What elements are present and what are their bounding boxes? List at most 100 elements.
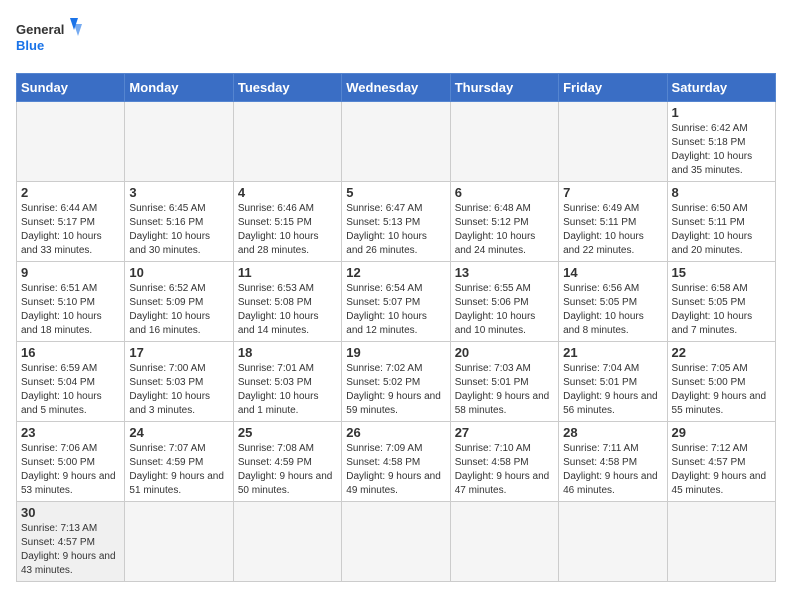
calendar-cell: 13 Sunrise: 6:55 AM Sunset: 5:06 PM Dayli… [450,262,558,342]
day-number: 1 [672,105,771,120]
cell-content: Sunrise: 6:44 AM Sunset: 5:17 PM Dayligh… [21,202,120,258]
calendar-cell: 1 Sunrise: 6:42 AM Sunset: 5:18 PM Daylig… [667,102,775,182]
day-number: 12 [346,265,445,280]
calendar-cell: 24Sunrise: 7:07 AM Sunset: 4:59 PM Dayli… [125,422,233,502]
weekday-header-tuesday: Tuesday [233,74,341,102]
calendar-week-3: 9Sunrise: 6:51 AM Sunset: 5:10 PM Daylig… [17,262,776,342]
calendar-cell: 5 Sunrise: 6:47 AM Sunset: 5:13 PM Daylig… [342,182,450,262]
cell-content: Sunrise: 7:05 AM Sunset: 5:00 PM Dayligh… [672,362,771,418]
day-number: 5 [346,185,445,200]
calendar-cell: 20Sunrise: 7:03 AM Sunset: 5:01 PM Dayli… [450,342,558,422]
day-number: 13 [455,265,554,280]
day-number: 30 [21,505,120,520]
weekday-header-sunday: Sunday [17,74,125,102]
day-number: 25 [238,425,337,440]
calendar-cell: 6 Sunrise: 6:48 AM Sunset: 5:12 PM Daylig… [450,182,558,262]
weekday-header-saturday: Saturday [667,74,775,102]
cell-content: Sunrise: 6:50 AM Sunset: 5:11 PM Dayligh… [672,202,771,258]
cell-content: Sunrise: 6:59 AM Sunset: 5:04 PM Dayligh… [21,362,120,418]
calendar-cell: 22Sunrise: 7:05 AM Sunset: 5:00 PM Dayli… [667,342,775,422]
weekday-header-thursday: Thursday [450,74,558,102]
calendar-cell: 3 Sunrise: 6:45 AM Sunset: 5:16 PM Daylig… [125,182,233,262]
day-number: 4 [238,185,337,200]
day-number: 11 [238,265,337,280]
day-number: 27 [455,425,554,440]
calendar-cell [559,102,667,182]
day-number: 18 [238,345,337,360]
day-number: 2 [21,185,120,200]
day-number: 29 [672,425,771,440]
svg-text:General: General [16,22,64,37]
day-number: 7 [563,185,662,200]
calendar-week-4: 16 Sunrise: 6:59 AM Sunset: 5:04 PM Dayli… [17,342,776,422]
day-number: 16 [21,345,120,360]
day-number: 17 [129,345,228,360]
svg-text:Blue: Blue [16,38,44,53]
calendar-week-6: 30 Sunrise: 7:13 AM Sunset: 4:57 PM Dayli… [17,502,776,582]
cell-content: Sunrise: 6:52 AM Sunset: 5:09 PM Dayligh… [129,282,228,338]
calendar-cell: 2 Sunrise: 6:44 AM Sunset: 5:17 PM Daylig… [17,182,125,262]
calendar-cell [233,102,341,182]
day-number: 6 [455,185,554,200]
cell-content: Sunrise: 7:00 AM Sunset: 5:03 PM Dayligh… [129,362,228,418]
day-number: 21 [563,345,662,360]
cell-content: Sunrise: 6:46 AM Sunset: 5:15 PM Dayligh… [238,202,337,258]
cell-content: Sunrise: 7:11 AM Sunset: 4:58 PM Dayligh… [563,442,662,498]
calendar-week-2: 2 Sunrise: 6:44 AM Sunset: 5:17 PM Daylig… [17,182,776,262]
weekday-header-friday: Friday [559,74,667,102]
cell-content: Sunrise: 7:13 AM Sunset: 4:57 PM Dayligh… [21,522,120,578]
calendar-cell: 18 Sunrise: 7:01 AM Sunset: 5:03 PM Dayli… [233,342,341,422]
day-number: 26 [346,425,445,440]
calendar-cell: 27 Sunrise: 7:10 AM Sunset: 4:58 PM Dayli… [450,422,558,502]
calendar-cell: 16 Sunrise: 6:59 AM Sunset: 5:04 PM Dayli… [17,342,125,422]
calendar-cell: 14 Sunrise: 6:56 AM Sunset: 5:05 PM Dayli… [559,262,667,342]
calendar-cell: 28 Sunrise: 7:11 AM Sunset: 4:58 PM Dayli… [559,422,667,502]
day-number: 20 [455,345,554,360]
cell-content: Sunrise: 6:45 AM Sunset: 5:16 PM Dayligh… [129,202,228,258]
page-header: General Blue [16,16,776,61]
cell-content: Sunrise: 7:10 AM Sunset: 4:58 PM Dayligh… [455,442,554,498]
cell-content: Sunrise: 7:08 AM Sunset: 4:59 PM Dayligh… [238,442,337,498]
day-number: 3 [129,185,228,200]
day-number: 28 [563,425,662,440]
weekday-header-monday: Monday [125,74,233,102]
calendar-cell [233,502,341,582]
calendar-cell: 17 Sunrise: 7:00 AM Sunset: 5:03 PM Dayli… [125,342,233,422]
calendar-cell [17,102,125,182]
calendar-cell: 12 Sunrise: 6:54 AM Sunset: 5:07 PM Dayli… [342,262,450,342]
calendar-cell [450,102,558,182]
calendar-cell: 26 Sunrise: 7:09 AM Sunset: 4:58 PM Dayli… [342,422,450,502]
cell-content: Sunrise: 6:55 AM Sunset: 5:06 PM Dayligh… [455,282,554,338]
day-number: 14 [563,265,662,280]
calendar-week-1: 1 Sunrise: 6:42 AM Sunset: 5:18 PM Daylig… [17,102,776,182]
calendar-cell: 8Sunrise: 6:50 AM Sunset: 5:11 PM Daylig… [667,182,775,262]
cell-content: Sunrise: 7:04 AM Sunset: 5:01 PM Dayligh… [563,362,662,418]
cell-content: Sunrise: 6:42 AM Sunset: 5:18 PM Dayligh… [672,122,771,178]
day-number: 9 [21,265,120,280]
cell-content: Sunrise: 6:49 AM Sunset: 5:11 PM Dayligh… [563,202,662,258]
cell-content: Sunrise: 7:01 AM Sunset: 5:03 PM Dayligh… [238,362,337,418]
cell-content: Sunrise: 7:09 AM Sunset: 4:58 PM Dayligh… [346,442,445,498]
cell-content: Sunrise: 6:58 AM Sunset: 5:05 PM Dayligh… [672,282,771,338]
logo: General Blue [16,16,86,61]
calendar-cell: 21 Sunrise: 7:04 AM Sunset: 5:01 PM Dayli… [559,342,667,422]
day-number: 15 [672,265,771,280]
cell-content: Sunrise: 7:06 AM Sunset: 5:00 PM Dayligh… [21,442,120,498]
cell-content: Sunrise: 6:47 AM Sunset: 5:13 PM Dayligh… [346,202,445,258]
cell-content: Sunrise: 7:07 AM Sunset: 4:59 PM Dayligh… [129,442,228,498]
cell-content: Sunrise: 6:56 AM Sunset: 5:05 PM Dayligh… [563,282,662,338]
calendar-cell [125,502,233,582]
day-number: 19 [346,345,445,360]
cell-content: Sunrise: 6:53 AM Sunset: 5:08 PM Dayligh… [238,282,337,338]
calendar-cell [667,502,775,582]
calendar-cell: 25 Sunrise: 7:08 AM Sunset: 4:59 PM Dayli… [233,422,341,502]
calendar-week-5: 23Sunrise: 7:06 AM Sunset: 5:00 PM Dayli… [17,422,776,502]
day-number: 10 [129,265,228,280]
calendar-cell [342,102,450,182]
calendar-cell: 30 Sunrise: 7:13 AM Sunset: 4:57 PM Dayli… [17,502,125,582]
cell-content: Sunrise: 6:54 AM Sunset: 5:07 PM Dayligh… [346,282,445,338]
cell-content: Sunrise: 7:02 AM Sunset: 5:02 PM Dayligh… [346,362,445,418]
calendar-cell [125,102,233,182]
cell-content: Sunrise: 6:48 AM Sunset: 5:12 PM Dayligh… [455,202,554,258]
calendar-cell [450,502,558,582]
